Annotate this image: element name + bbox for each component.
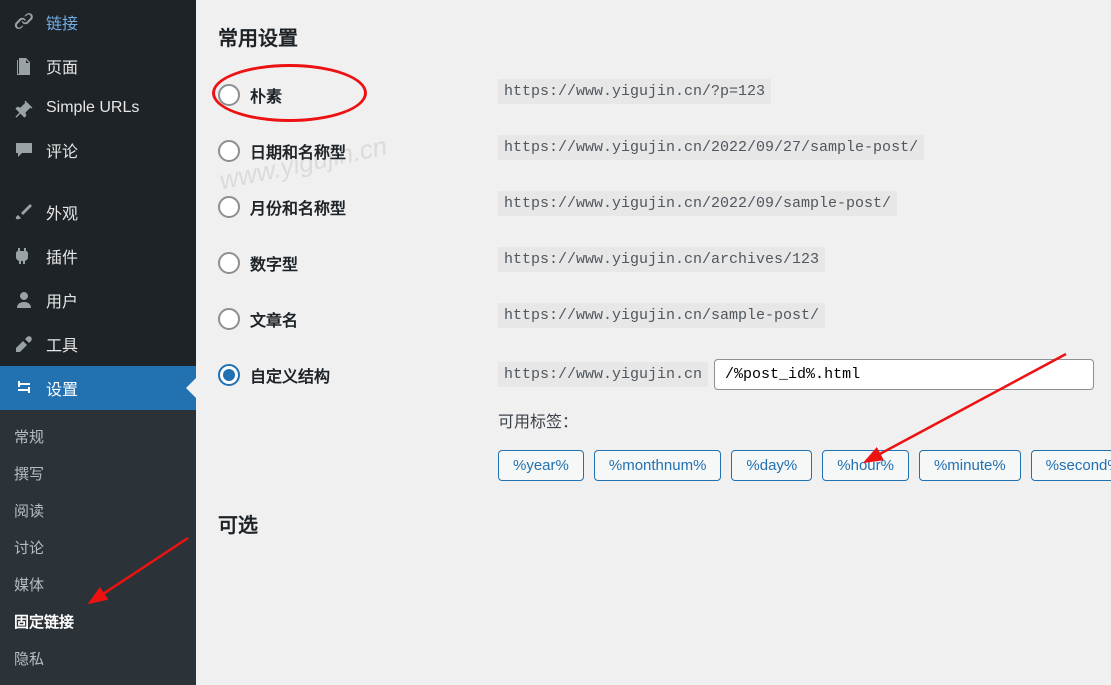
permalink-options: 朴素 https://www.yigujin.cn/?p=123 日期和名称型 … [218,79,1089,481]
option-custom: 自定义结构 https://www.yigujin.cn 可用标签： %year… [218,359,1089,481]
option-label: 文章名 [250,307,298,331]
pin-icon [12,98,36,118]
radio-month-name[interactable] [218,196,240,218]
plugin-icon [12,246,36,266]
submenu-item-reading[interactable]: 阅读 [0,492,196,529]
available-tags-label: 可用标签： [498,408,1111,432]
radio-numeric[interactable] [218,252,240,274]
admin-sidebar: 链接 页面 Simple URLs 评论 外观 插件 用户 工具 设置 常规 撰… [0,0,196,654]
sidebar-item-users[interactable]: 用户 [0,278,196,322]
sidebar-item-label: 外观 [46,200,78,224]
section-title-common: 常用设置 [218,22,1089,51]
sidebar-item-settings[interactable]: 设置 [0,366,196,410]
option-numeric: 数字型 https://www.yigujin.cn/archives/123 [218,247,1089,275]
tag-day[interactable]: %day% [731,450,812,481]
url-example: https://www.yigujin.cn/2022/09/sample-po… [498,191,897,216]
submenu-item-writing[interactable]: 撰写 [0,455,196,492]
sidebar-item-label: 页面 [46,54,78,78]
section-title-optional: 可选 [218,509,1089,538]
sidebar-item-appearance[interactable]: 外观 [0,190,196,234]
tag-minute[interactable]: %minute% [919,450,1021,481]
option-postname: 文章名 https://www.yigujin.cn/sample-post/ [218,303,1089,331]
tag-year[interactable]: %year% [498,450,584,481]
sidebar-item-label: 设置 [46,376,78,400]
page-icon [12,56,36,76]
brush-icon [12,202,36,222]
url-example: https://www.yigujin.cn/archives/123 [498,247,825,272]
custom-url-prefix: https://www.yigujin.cn [498,362,708,387]
custom-structure-input[interactable] [714,359,1094,390]
option-label: 数字型 [250,251,298,275]
option-plain: 朴素 https://www.yigujin.cn/?p=123 [218,79,1089,107]
sidebar-item-plugins[interactable]: 插件 [0,234,196,278]
settings-icon [12,378,36,398]
sidebar-item-tools[interactable]: 工具 [0,322,196,366]
submenu-item-privacy[interactable]: 隐私 [0,640,196,677]
tag-second[interactable]: %second% [1031,450,1111,481]
submenu-item-discussion[interactable]: 讨论 [0,529,196,566]
radio-custom[interactable] [218,364,240,386]
sidebar-item-simple-urls[interactable]: Simple URLs [0,88,196,128]
settings-submenu: 常规 撰写 阅读 讨论 媒体 固定链接 隐私 [0,410,196,685]
option-label: 日期和名称型 [250,139,346,163]
submenu-item-media[interactable]: 媒体 [0,566,196,603]
submenu-item-general[interactable]: 常规 [0,418,196,455]
option-label: 月份和名称型 [250,195,346,219]
sidebar-item-label: 用户 [46,288,78,312]
option-date-name: 日期和名称型 https://www.yigujin.cn/2022/09/27… [218,135,1089,163]
sidebar-item-links[interactable]: 链接 [0,0,196,44]
option-label: 朴素 [250,83,282,107]
settings-content: 常用设置 朴素 https://www.yigujin.cn/?p=123 日期… [196,0,1111,654]
radio-date-name[interactable] [218,140,240,162]
url-example: https://www.yigujin.cn/2022/09/27/sample… [498,135,924,160]
url-example: https://www.yigujin.cn/?p=123 [498,79,771,104]
tag-hour[interactable]: %hour% [822,450,909,481]
tag-monthnum[interactable]: %monthnum% [594,450,722,481]
comment-icon [12,140,36,160]
sidebar-item-label: 插件 [46,244,78,268]
sidebar-item-label: 工具 [46,332,78,356]
option-label: 自定义结构 [250,363,330,387]
sidebar-item-label: 评论 [46,138,78,162]
radio-postname[interactable] [218,308,240,330]
radio-plain[interactable] [218,84,240,106]
sidebar-item-label: 链接 [46,10,78,34]
link-icon [12,12,36,32]
sidebar-item-comments[interactable]: 评论 [0,128,196,172]
user-icon [12,290,36,310]
option-month-name: 月份和名称型 https://www.yigujin.cn/2022/09/sa… [218,191,1089,219]
sidebar-item-label: Simple URLs [46,99,139,117]
wrench-icon [12,334,36,354]
sidebar-item-pages[interactable]: 页面 [0,44,196,88]
submenu-item-permalinks[interactable]: 固定链接 [0,603,196,640]
url-example: https://www.yigujin.cn/sample-post/ [498,303,825,328]
tag-buttons: %year% %monthnum% %day% %hour% %minute% … [498,450,1111,481]
